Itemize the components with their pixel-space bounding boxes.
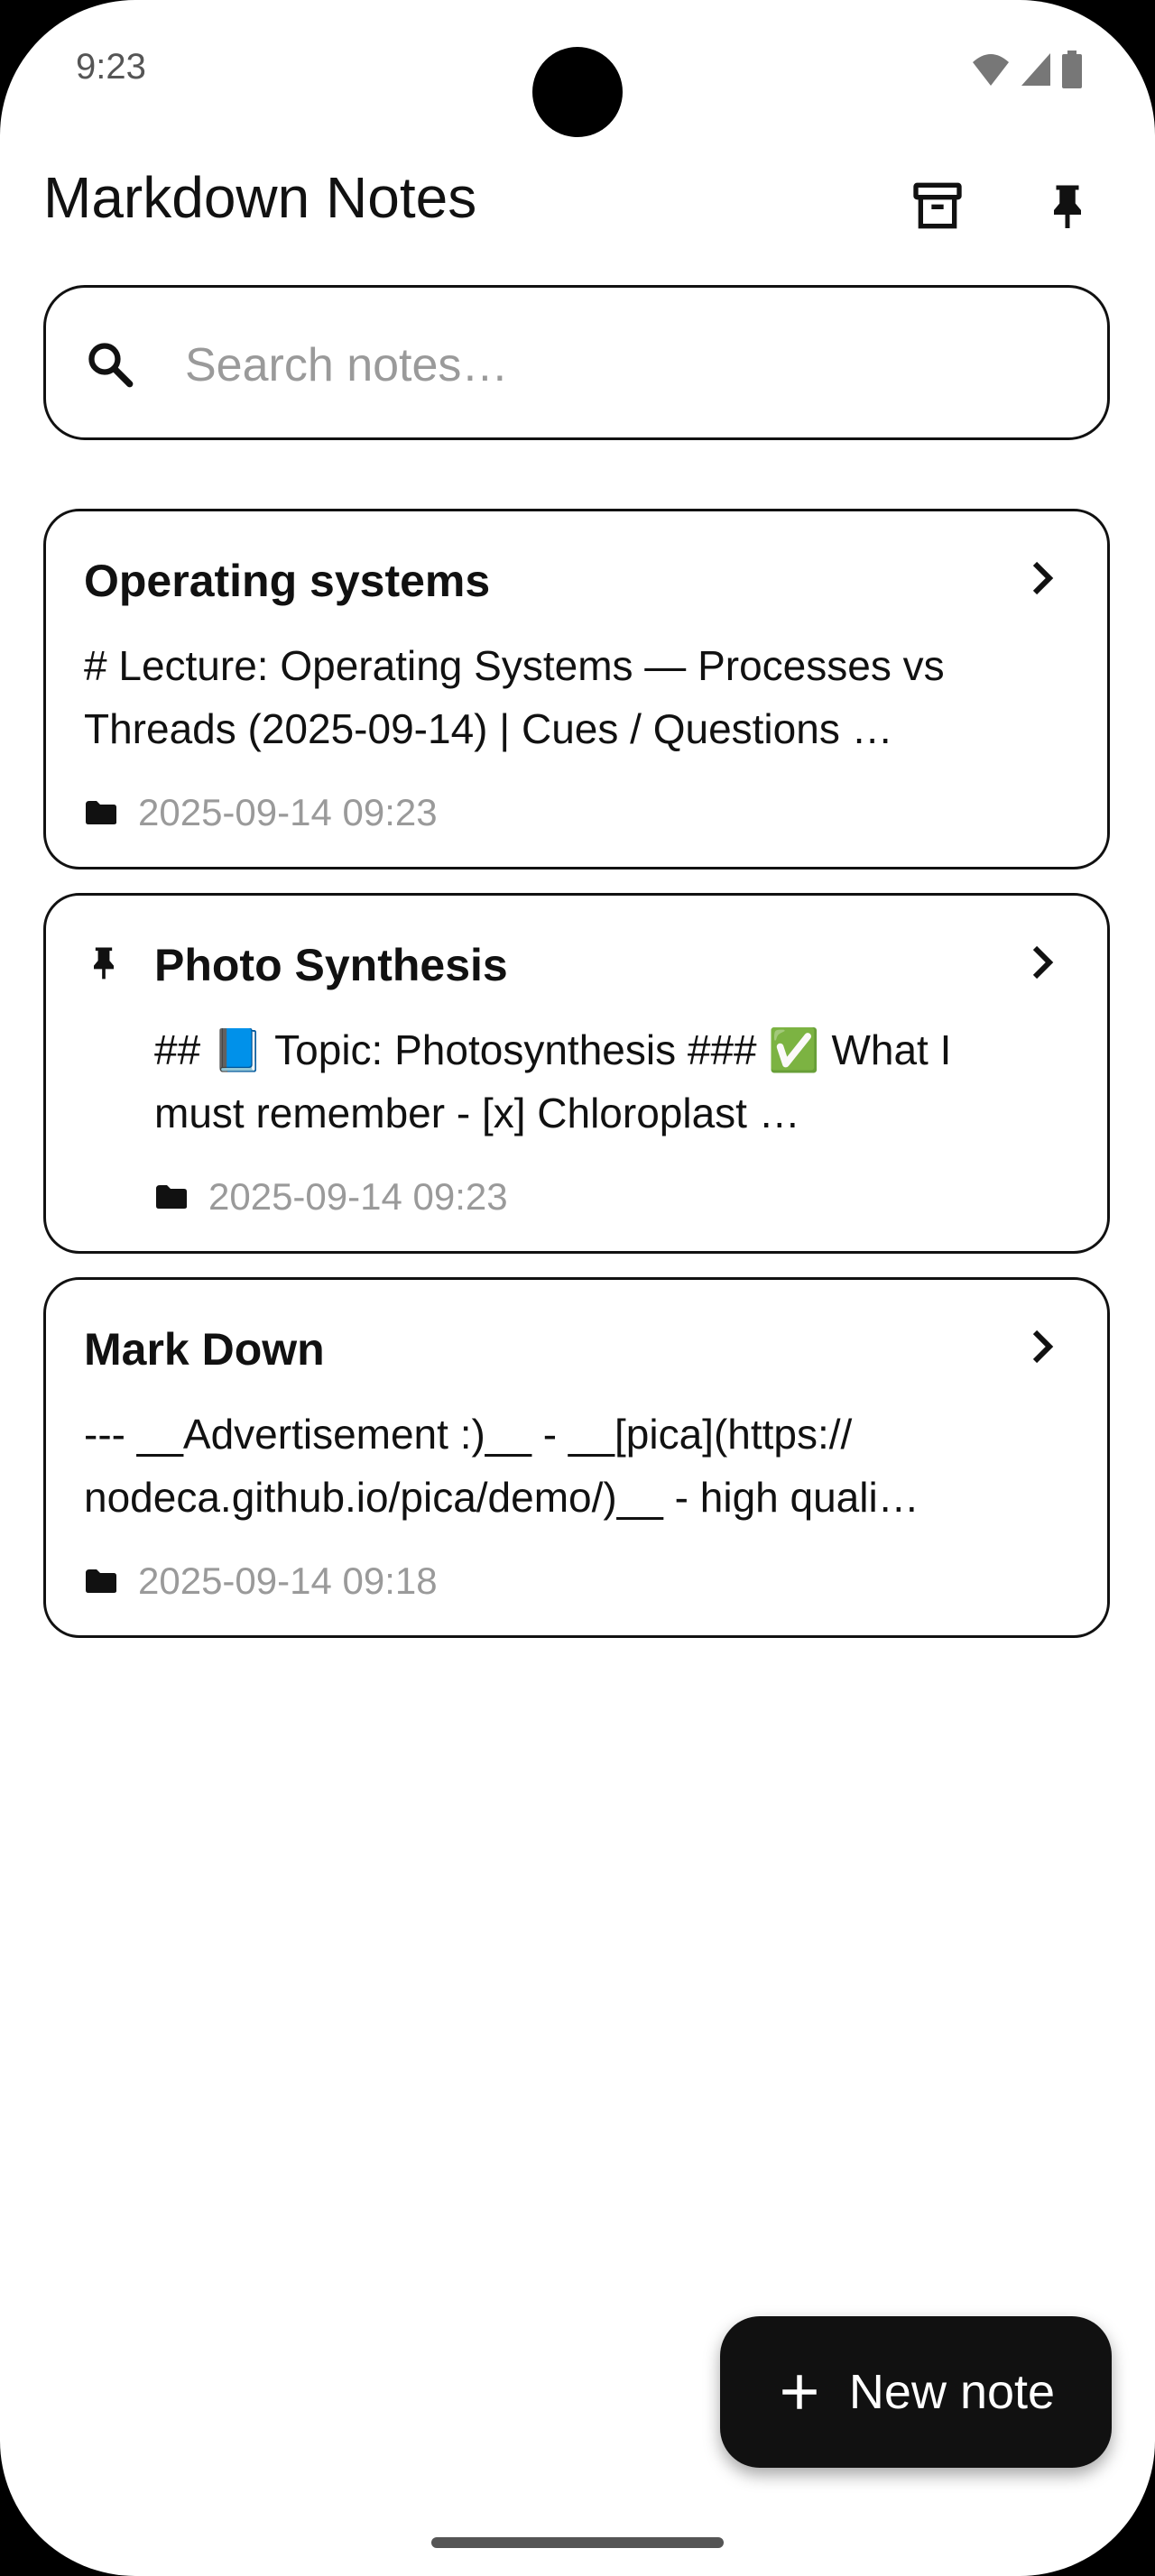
status-bar: 9:23 xyxy=(0,0,1155,137)
new-note-label: New note xyxy=(848,2365,1056,2419)
note-preview: ## 📘 Topic: Photosynthesis ### ✅ What I … xyxy=(154,1026,952,1136)
note-card[interactable]: Photo Synthesis ## 📘 Topic: Photosynthes… xyxy=(43,893,1110,1254)
status-time: 9:23 xyxy=(76,47,146,87)
gesture-bar[interactable] xyxy=(431,2537,724,2548)
note-meta: 2025-09-14 09:23 xyxy=(154,1175,508,1219)
note-date: 2025-09-14 09:23 xyxy=(138,791,438,833)
search-icon xyxy=(88,343,134,388)
label-icon xyxy=(86,1569,116,1593)
chevron-right-icon xyxy=(1032,561,1054,595)
app-bar: Markdown Notes xyxy=(0,144,1155,253)
new-note-button[interactable]: New note xyxy=(720,2316,1112,2468)
note-preview: # Lecture: Operating Systems — Processes… xyxy=(84,642,945,752)
app-screen: 9:23 Markdown Notes Search notes… Operat… xyxy=(0,0,1155,2576)
pinned-filter-button[interactable] xyxy=(1031,170,1104,242)
status-icons xyxy=(971,51,1083,88)
note-date: 2025-09-14 09:23 xyxy=(208,1175,508,1218)
camera-cutout xyxy=(532,47,623,137)
archive-icon xyxy=(913,182,962,229)
archive-button[interactable] xyxy=(901,170,974,242)
note-date: 2025-09-14 09:18 xyxy=(138,1559,438,1602)
note-card[interactable]: Operating systems # Lecture: Operating S… xyxy=(43,509,1110,869)
label-icon xyxy=(86,801,116,824)
search-bar[interactable] xyxy=(43,285,1110,440)
signal-icon xyxy=(1021,53,1050,86)
note-card[interactable]: Mark Down --- __Advertisement :)__ - __[… xyxy=(43,1277,1110,1638)
note-meta: 2025-09-14 09:18 xyxy=(84,1559,438,1603)
plus-icon xyxy=(782,2375,817,2409)
note-preview: --- __Advertisement :)__ - __[pica](http… xyxy=(84,1411,919,1521)
note-title: Photo Synthesis xyxy=(154,940,508,990)
search-input[interactable] xyxy=(183,324,1053,407)
label-icon xyxy=(156,1185,187,1209)
chevron-right-icon xyxy=(1032,945,1054,980)
pin-icon xyxy=(94,947,114,980)
note-title: Mark Down xyxy=(84,1324,325,1375)
note-title: Operating systems xyxy=(84,556,491,606)
battery-icon xyxy=(1062,51,1082,88)
page-title: Markdown Notes xyxy=(43,165,477,230)
note-meta: 2025-09-14 09:23 xyxy=(84,791,438,834)
pin-icon xyxy=(1054,185,1081,228)
wifi-icon xyxy=(973,54,1009,86)
chevron-right-icon xyxy=(1032,1329,1054,1364)
